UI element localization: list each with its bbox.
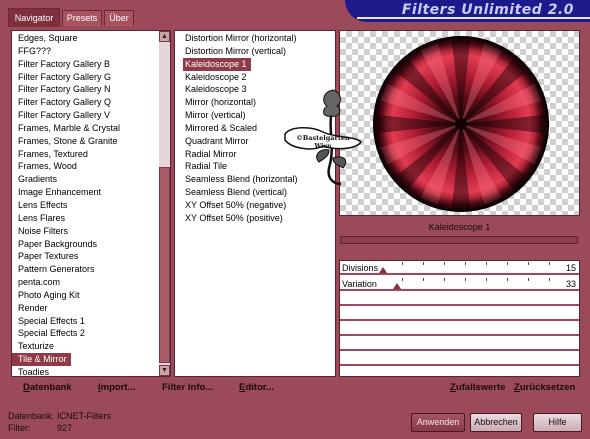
slider-thumb[interactable] — [379, 267, 388, 273]
filter-item[interactable]: Seamless Blend (vertical) — [175, 186, 315, 199]
slider-divisions[interactable]: Divisions 15 — [340, 261, 579, 275]
filter-list[interactable]: Distortion Mirror (horizontal) Distortion… — [174, 30, 336, 377]
category-list[interactable]: Edges, Square FFG??? Filter Factory Galler… — [11, 30, 171, 377]
database-value: ICNET-Filters — [57, 411, 111, 421]
category-item[interactable]: Render — [12, 302, 160, 315]
scrollbar-thumb[interactable] — [159, 167, 170, 363]
apply-button[interactable]: Anwenden — [411, 413, 465, 432]
category-item[interactable]: Pattern Generators — [12, 263, 160, 276]
category-item[interactable]: Special Effects 1 — [12, 315, 160, 328]
empty-parameter-row — [340, 338, 579, 351]
category-item[interactable]: Photo Aging Kit — [12, 289, 160, 302]
help-button[interactable]: Hilfe — [533, 413, 582, 432]
watermark-logo: ©Bastelgarten Wien — [284, 89, 362, 186]
slider-thumb[interactable] — [392, 283, 401, 289]
slider-ticks — [402, 262, 552, 265]
kaleidoscope-preview-image — [373, 36, 549, 212]
category-item[interactable]: Frames, Stone & Granite — [12, 135, 160, 148]
category-item[interactable]: Toadies — [12, 366, 160, 379]
category-item[interactable]: Tile & Mirror — [12, 353, 71, 366]
filter-item[interactable]: Distortion Mirror (vertical) — [175, 45, 315, 58]
category-item[interactable]: Texturize — [12, 340, 160, 353]
category-item[interactable]: Filter Factory Gallery B — [12, 58, 160, 71]
category-items: Edges, Square FFG??? Filter Factory Galler… — [12, 32, 160, 379]
category-item[interactable]: Filter Factory Gallery G — [12, 71, 160, 84]
category-item[interactable]: Filter Factory Gallery Q — [12, 96, 160, 109]
category-item[interactable]: Noise Filters — [12, 225, 160, 238]
tab-about[interactable]: Über — [104, 10, 134, 26]
progress-bar — [340, 236, 578, 244]
slider-label: Divisions — [342, 263, 379, 273]
slider-ticks — [402, 278, 552, 281]
category-item[interactable]: Image Enhancement — [12, 186, 160, 199]
filter-count-value: 927 — [57, 423, 73, 433]
scroll-down-arrow-icon[interactable]: ▼ — [159, 365, 170, 376]
preview-area[interactable] — [339, 30, 580, 216]
category-item[interactable]: Frames, Marble & Crystal — [12, 122, 160, 135]
database-button[interactable]: Datenbank — [23, 382, 72, 393]
scroll-up-arrow-icon[interactable]: ▲ — [159, 31, 170, 42]
category-item[interactable]: Paper Textures — [12, 250, 160, 263]
slider-variation[interactable]: Variation 33 — [340, 277, 579, 291]
editor-button[interactable]: Editor... — [239, 382, 274, 393]
empty-parameter-row — [340, 353, 579, 366]
filter-item[interactable]: Kaleidoscope 1 — [183, 57, 251, 71]
category-item[interactable]: Lens Effects — [12, 199, 160, 212]
category-scrollbar[interactable]: ▲ ▼ — [159, 31, 170, 376]
filter-item[interactable]: XY Offset 50% (negative) — [175, 199, 315, 212]
empty-parameter-row — [340, 323, 579, 336]
parameter-panel: Divisions 15 Variation 33 — [339, 260, 580, 377]
category-item[interactable]: penta.com — [12, 276, 160, 289]
category-item[interactable]: Special Effects 2 — [12, 327, 160, 340]
database-label: Datenbank: — [8, 411, 55, 421]
category-item[interactable]: Paper Backgrounds — [12, 238, 160, 251]
filters-unlimited-dialog: Navigator Presets Über Filters Unlimited… — [0, 0, 590, 439]
category-item[interactable]: Gradients — [12, 173, 160, 186]
category-item[interactable]: Filter Factory Gallery N — [12, 83, 160, 96]
category-item[interactable]: Frames, Textured — [12, 148, 160, 161]
empty-parameter-row — [340, 308, 579, 321]
watermark-text-line2: Wien — [313, 143, 332, 150]
slider-value: 33 — [565, 279, 576, 289]
filter-info-button[interactable]: Filter Info... — [162, 382, 213, 393]
category-item[interactable]: Lens Flares — [12, 212, 160, 225]
empty-parameter-row — [340, 293, 579, 306]
tab-navigator[interactable]: Navigator — [8, 8, 60, 27]
preview-filter-name: Kaleidoscope 1 — [428, 222, 491, 232]
category-item[interactable]: Edges, Square — [12, 32, 160, 45]
cancel-button[interactable]: Abbrechen — [470, 413, 522, 432]
category-item[interactable]: Filter Factory Gallery V — [12, 109, 160, 122]
filter-item[interactable]: Distortion Mirror (horizontal) — [175, 32, 315, 45]
tab-presets[interactable]: Presets — [62, 10, 102, 26]
slider-value: 15 — [565, 263, 576, 273]
app-banner: Filters Unlimited 2.0 — [345, 0, 590, 22]
randomize-button[interactable]: Zufallswerte — [450, 382, 505, 393]
import-button[interactable]: Import... — [98, 382, 135, 393]
category-item[interactable]: Frames, Wood — [12, 160, 160, 173]
reset-button[interactable]: Zurücksetzen — [514, 382, 575, 393]
app-title: Filters Unlimited 2.0 — [401, 2, 574, 18]
category-item[interactable]: FFG??? — [12, 45, 160, 58]
watermark-text-line1: ©Bastelgarten — [296, 134, 350, 142]
slider-label: Variation — [342, 279, 377, 289]
filter-item[interactable]: XY Offset 50% (positive) — [175, 212, 315, 225]
filter-count-label: Filter: — [8, 423, 31, 433]
filter-item[interactable]: Kaleidoscope 2 — [175, 71, 315, 84]
